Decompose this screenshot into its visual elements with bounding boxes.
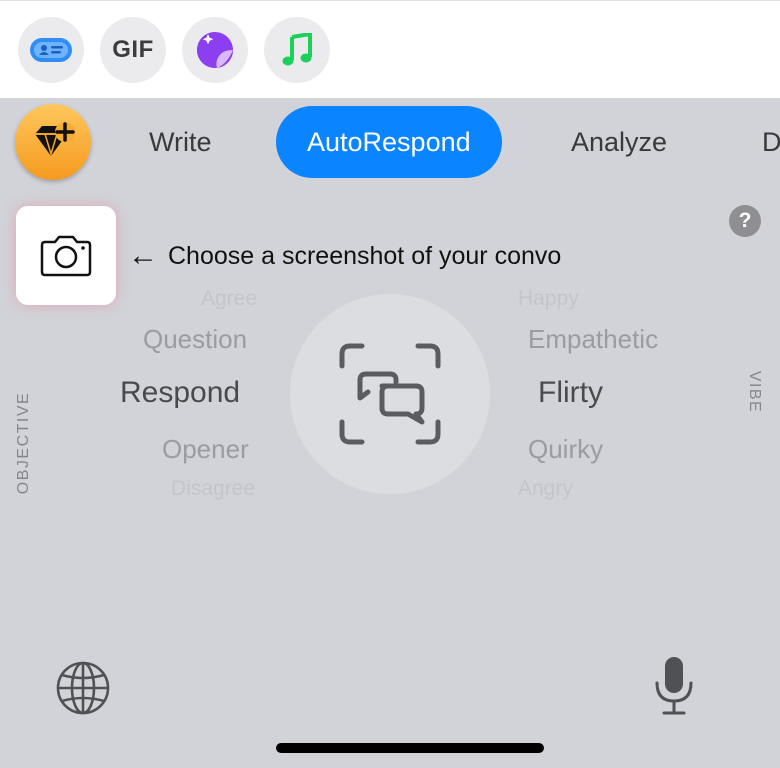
left-arrow-icon: ← bbox=[128, 239, 158, 272]
vibe-option-empathetic[interactable]: Empathetic bbox=[528, 326, 658, 352]
objective-option-disagree[interactable]: Disagree bbox=[171, 478, 255, 499]
globe-icon bbox=[56, 661, 110, 715]
help-button[interactable]: ? bbox=[729, 205, 761, 237]
tab-write[interactable]: Write bbox=[149, 106, 212, 178]
scan-conversation-button[interactable] bbox=[290, 294, 490, 494]
sticker-app-button[interactable] bbox=[182, 17, 248, 83]
premium-button[interactable] bbox=[15, 104, 91, 180]
help-icon: ? bbox=[738, 209, 752, 232]
vibe-option-angry[interactable]: Angry bbox=[518, 478, 573, 499]
gif-label: GIF bbox=[112, 36, 154, 63]
language-button[interactable] bbox=[55, 660, 111, 721]
choose-screenshot-button[interactable] bbox=[16, 206, 116, 305]
vibe-label: VIBE bbox=[746, 370, 763, 414]
objective-option-respond[interactable]: Respond bbox=[120, 378, 240, 408]
keyboard-panel: Write AutoRespond Analyze D ← Choose a s… bbox=[0, 98, 780, 768]
home-indicator[interactable] bbox=[276, 743, 544, 753]
contact-card-icon bbox=[30, 38, 72, 62]
music-note-icon bbox=[282, 33, 312, 66]
contact-card-app-button[interactable] bbox=[18, 17, 84, 83]
gem-plus-icon bbox=[35, 122, 75, 157]
vibe-option-happy[interactable]: Happy bbox=[518, 288, 579, 309]
scan-chat-icon bbox=[339, 343, 441, 445]
objective-label: OBJECTIVE bbox=[15, 391, 32, 495]
objective-option-agree[interactable]: Agree bbox=[201, 288, 257, 309]
screenshot-hint: ← Choose a screenshot of your convo bbox=[128, 238, 561, 274]
tab-autorespond[interactable]: AutoRespond bbox=[276, 106, 502, 178]
microphone-icon bbox=[655, 657, 693, 715]
camera-icon bbox=[40, 235, 92, 276]
vibe-option-flirty[interactable]: Flirty bbox=[538, 378, 603, 408]
gif-app-button[interactable]: GIF bbox=[100, 17, 166, 83]
sticker-icon bbox=[197, 32, 233, 68]
tab-d-partial[interactable]: D bbox=[762, 106, 780, 178]
screenshot-hint-text: Choose a screenshot of your convo bbox=[168, 241, 562, 270]
objective-option-opener[interactable]: Opener bbox=[162, 436, 249, 462]
dictation-button[interactable] bbox=[652, 655, 696, 722]
app-strip: GIF bbox=[0, 0, 780, 98]
objective-option-question[interactable]: Question bbox=[143, 326, 247, 352]
music-app-button[interactable] bbox=[264, 17, 330, 83]
tab-analyze[interactable]: Analyze bbox=[571, 106, 667, 178]
vibe-option-quirky[interactable]: Quirky bbox=[528, 436, 603, 462]
